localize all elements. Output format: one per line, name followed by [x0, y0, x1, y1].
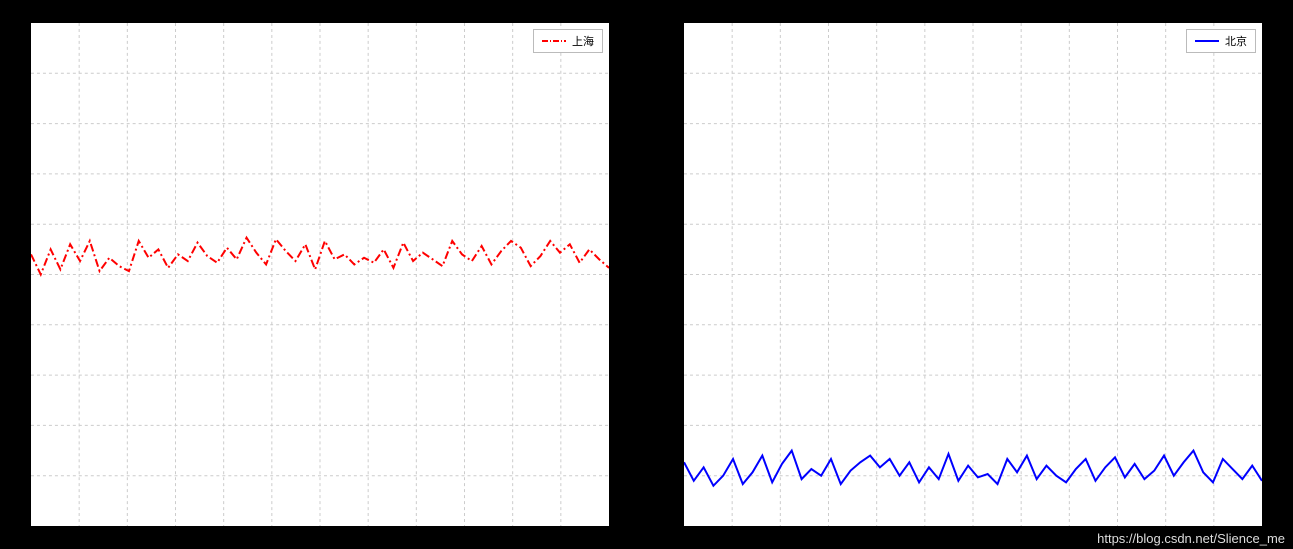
legend-swatch-beijing [1195, 36, 1219, 46]
legend-swatch-shanghai [542, 36, 566, 46]
legend-shanghai: 上海 [533, 29, 603, 53]
legend-label-shanghai: 上海 [572, 33, 594, 49]
watermark: https://blog.csdn.net/Slience_me [1097, 531, 1285, 546]
legend-beijing: 北京 [1186, 29, 1256, 53]
legend-label-beijing: 北京 [1225, 33, 1247, 49]
chart-beijing: 北京 [683, 22, 1263, 527]
chart-shanghai-plot [31, 23, 609, 526]
chart-shanghai: 上海 [30, 22, 610, 527]
chart-beijing-plot [684, 23, 1262, 526]
